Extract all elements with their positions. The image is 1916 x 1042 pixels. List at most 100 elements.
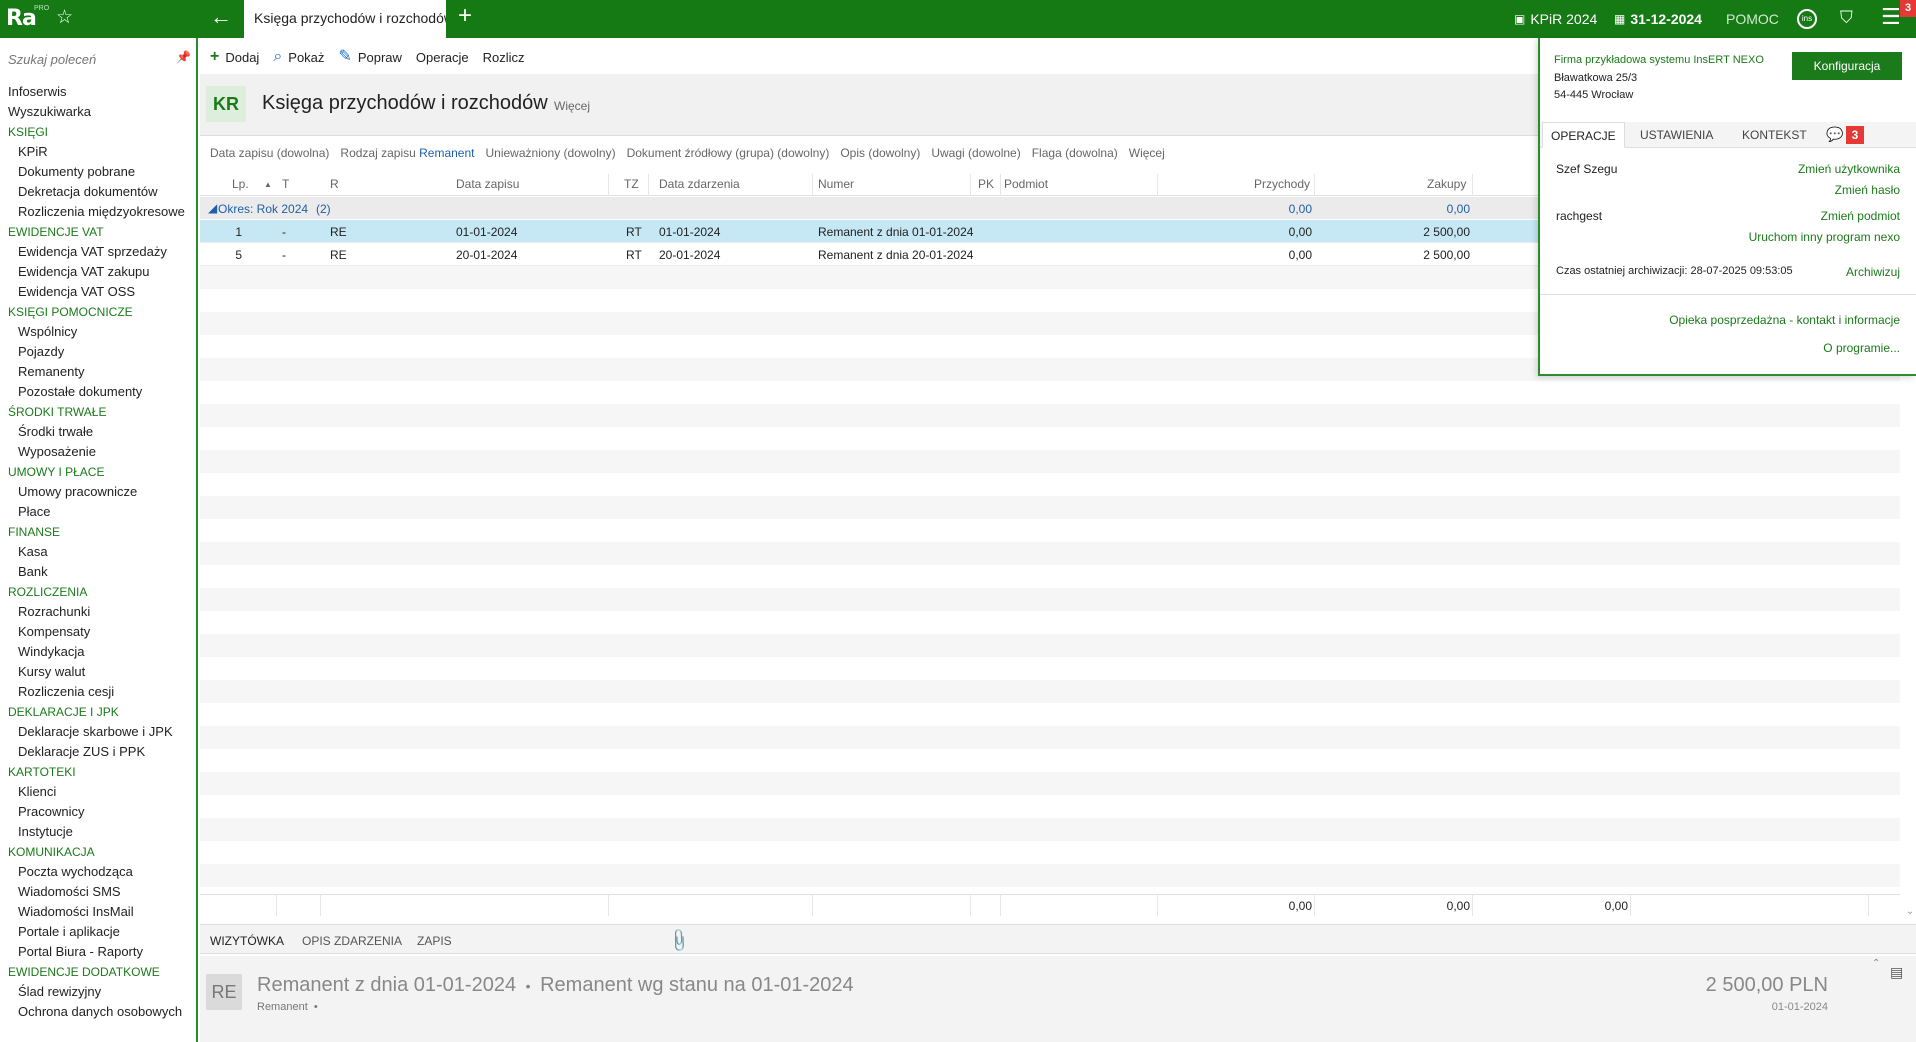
sidebar-item-windykacja[interactable]: Windykacja: [0, 642, 196, 662]
change-entity-link[interactable]: Zmień podmiot: [1821, 209, 1900, 223]
sidebar-item-ewidencja-vat-sprzedazy[interactable]: Ewidencja VAT sprzedaży: [0, 242, 196, 262]
col-zakupy[interactable]: Zakupy: [1427, 177, 1466, 191]
archive-link[interactable]: Archiwizuj: [1846, 265, 1900, 279]
col-lp[interactable]: Lp.: [232, 177, 249, 191]
change-password-link[interactable]: Zmień hasło: [1835, 183, 1900, 197]
sidebar-item-slad-rewizyjny[interactable]: Ślad rewizyjny: [0, 982, 196, 1002]
edit-button[interactable]: ✎ Popraw: [338, 49, 401, 65]
sidebar-item-wyszukiwarka[interactable]: Wyszukiwarka: [0, 102, 196, 122]
sidebar-item-instytucje[interactable]: Instytucje: [0, 822, 196, 842]
sidebar-item-wiadomosci-insmail[interactable]: Wiadomości InsMail: [0, 902, 196, 922]
header-more-link[interactable]: Więcej: [554, 99, 590, 113]
pencil-icon: ✎: [338, 48, 352, 65]
sidebar-item-remanenty[interactable]: Remanenty: [0, 362, 196, 382]
sidebar-item-dekretacja-dokumentow[interactable]: Dekretacja dokumentów: [0, 182, 196, 202]
filter-entry-type-value: Remanent: [419, 146, 475, 160]
col-data-zapisu[interactable]: Data zapisu: [456, 177, 519, 191]
new-tab-plus-icon[interactable]: +: [458, 4, 472, 28]
filter-source-document[interactable]: Dokument źródłowy (grupa) (dowolny): [627, 146, 830, 160]
filter-description[interactable]: Opis (dowolny): [840, 146, 920, 160]
sidebar-item-poczta-wychodzaca[interactable]: Poczta wychodząca: [0, 862, 196, 882]
sidebar-item-rozliczenia-cesji[interactable]: Rozliczenia cesji: [0, 682, 196, 702]
kpir-year-selector[interactable]: ▣ KPiR 2024: [1514, 0, 1597, 38]
tab-kontekst[interactable]: KONTEKST: [1734, 122, 1815, 148]
col-przychody[interactable]: Przychody: [1254, 177, 1310, 191]
sidebar-item-wyposazenie[interactable]: Wyposażenie: [0, 442, 196, 462]
col-numer[interactable]: Numer: [818, 177, 854, 191]
sidebar-item-deklaracje-zus-i-ppk[interactable]: Deklaracje ZUS i PPK: [0, 742, 196, 762]
sidebar-item-infoserwis[interactable]: Infoserwis: [0, 82, 196, 102]
firm-name[interactable]: Firma przykładowa systemu InsERT NEXO: [1554, 54, 1764, 66]
add-button[interactable]: + Dodaj: [210, 49, 259, 65]
comment-icon[interactable]: ▤: [1890, 964, 1903, 981]
tab-wizytowka[interactable]: WIZYTÓWKA: [210, 934, 284, 948]
tab-opis-zdarzenia[interactable]: OPIS ZDARZENIA: [302, 934, 402, 948]
sidebar-item-portal-biura-raporty[interactable]: Portal Biura - Raporty: [0, 942, 196, 962]
sidebar-item-srodki-trwale[interactable]: Środki trwałe: [0, 422, 196, 442]
sidebar-item-pojazdy[interactable]: Pojazdy: [0, 342, 196, 362]
tab-ustawienia[interactable]: USTAWIENIA: [1632, 122, 1721, 148]
app-logo[interactable]: Ra: [6, 6, 37, 31]
sidebar-item-place[interactable]: Płace: [0, 502, 196, 522]
sidebar-item-bank[interactable]: Bank: [0, 562, 196, 582]
sidebar-item-kasa[interactable]: Kasa: [0, 542, 196, 562]
sidebar-item-deklaracje-skarbowe-i-jpk[interactable]: Deklaracje skarbowe i JPK: [0, 722, 196, 742]
sidebar-item-wspolnicy[interactable]: Wspólnicy: [0, 322, 196, 342]
sidebar-item-portale-i-aplikacje[interactable]: Portale i aplikacje: [0, 922, 196, 942]
panel-divider: [1540, 294, 1916, 295]
sidebar-item-kursy-walut[interactable]: Kursy walut: [0, 662, 196, 682]
filter-flag[interactable]: Flaga (dowolna): [1032, 146, 1118, 160]
col-r[interactable]: R: [330, 177, 339, 191]
chevron-up-icon[interactable]: ⌃: [1872, 958, 1880, 969]
sidebar-item-wiadomosci-sms[interactable]: Wiadomości SMS: [0, 882, 196, 902]
sidebar-item-kpir[interactable]: KPiR: [0, 142, 196, 162]
col-pk[interactable]: PK: [978, 177, 994, 191]
filter-date[interactable]: Data zapisu (dowolna): [210, 146, 329, 160]
cell-tz: RT: [626, 248, 642, 262]
working-date[interactable]: ▦ 31-12-2024: [1614, 0, 1702, 38]
show-button[interactable]: ⌕ Pokaż: [273, 49, 324, 65]
filter-cancelled[interactable]: Unieważniony (dowolny): [486, 146, 616, 160]
sidebar-section-finanse: FINANSE: [8, 525, 61, 539]
settle-button[interactable]: Rozlicz: [483, 50, 525, 65]
col-t[interactable]: T: [282, 177, 289, 191]
sidebar-item-pozostale-dokumenty[interactable]: Pozostałe dokumenty: [0, 382, 196, 402]
star-icon[interactable]: ☆: [56, 8, 73, 27]
chat-bubble-icon[interactable]: 💬: [1826, 126, 1843, 143]
sidebar-item-kompensaty[interactable]: Kompensaty: [0, 622, 196, 642]
sidebar-item-ewidencja-vat-oss[interactable]: Ewidencja VAT OSS: [0, 282, 196, 302]
col-tz[interactable]: TZ: [624, 177, 639, 191]
sidebar-item-dokumenty-pobrane[interactable]: Dokumenty pobrane: [0, 162, 196, 182]
help-link[interactable]: POMOC: [1726, 0, 1779, 38]
command-search-input[interactable]: [8, 50, 188, 68]
sidebar-item-rozliczenia-miedzyokresowe[interactable]: Rozliczenia międzyokresowe: [0, 202, 196, 222]
sidebar-item-klienci[interactable]: Klienci: [0, 782, 196, 802]
tab-kpir[interactable]: Księga przychodów i rozchodów: [244, 0, 446, 38]
change-user-link[interactable]: Zmień użytkownika: [1798, 162, 1900, 176]
tab-zapis[interactable]: ZAPIS: [417, 934, 452, 948]
operations-button[interactable]: Operacje: [416, 50, 469, 65]
col-data-zdarzenia[interactable]: Data zdarzenia: [659, 177, 740, 191]
about-link[interactable]: O programie...: [1823, 341, 1900, 355]
sidebar-item-umowy-pracownicze[interactable]: Umowy pracownicze: [0, 482, 196, 502]
filter-more[interactable]: Więcej: [1129, 146, 1165, 160]
col-podmiot[interactable]: Podmiot: [1004, 177, 1048, 191]
filter-entry-type[interactable]: Rodzaj zapisu Remanent: [340, 146, 474, 160]
sidebar-item-ochrona-danych-osobowych[interactable]: Ochrona danych osobowych: [0, 1002, 196, 1022]
run-other-program-link[interactable]: Uruchom inny program nexo: [1749, 230, 1900, 244]
shield-icon[interactable]: ⛉: [1840, 8, 1853, 28]
configuration-button[interactable]: Konfiguracja: [1792, 52, 1902, 80]
sidebar-item-ewidencja-vat-zakupu[interactable]: Ewidencja VAT zakupu: [0, 262, 196, 282]
sidebar-item-pracownicy[interactable]: Pracownicy: [0, 802, 196, 822]
insert-services-icon[interactable]: ins: [1797, 9, 1817, 29]
back-arrow-icon[interactable]: ←: [210, 6, 232, 28]
pin-icon[interactable]: 📌: [176, 50, 191, 64]
sidebar-item-rozrachunki[interactable]: Rozrachunki: [0, 602, 196, 622]
collapse-triangle-icon[interactable]: ◢: [208, 201, 217, 215]
chevron-down-icon[interactable]: ⌄: [1906, 906, 1914, 917]
tab-operacje[interactable]: OPERACJE: [1542, 122, 1625, 148]
hamburger-menu-icon[interactable]: ☰: [1881, 6, 1901, 28]
support-link[interactable]: Opieka posprzedażna - kontakt i informac…: [1669, 313, 1900, 327]
filter-notes[interactable]: Uwagi (dowolne): [931, 146, 1020, 160]
cell-t: -: [282, 225, 286, 239]
